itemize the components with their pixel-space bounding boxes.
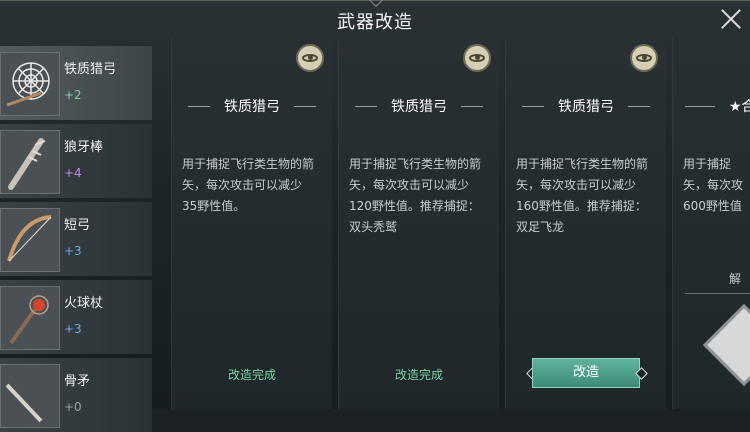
desc-line: 600野性值 [683,199,742,213]
card-title: ★合 [729,99,750,115]
desc-line: 矢，每次攻击可以减少 [349,178,470,192]
card-description: 用于捕捉飞行类生物的箭 矢，每次攻击可以减少 160野性值。推荐捕捉： 双足飞龙 [516,154,656,238]
desc-line: 160野性值。推荐捕捉： [516,199,647,213]
desc-line: 用于捕捉 [683,157,732,171]
weapon-item-short-bow[interactable]: 短弓 +3 [0,202,152,276]
unlock-label: 解 [729,272,742,286]
desc-line: 用于捕捉飞行类生物的箭 [516,157,649,171]
upgrade-card-1: 铁质猎弓 用于捕捉飞行类生物的箭 矢，每次攻击可以减少 35野性值。 改造完成 [171,38,332,409]
status-completed: 改造完成 [227,368,276,382]
emblem-icon [702,303,750,387]
desc-line: 用于捕捉飞行类生物的箭 [349,157,482,171]
weapon-item-wolf-tooth-club[interactable]: 狼牙棒 +4 [0,124,152,198]
card-description: 用于捕捉飞行类生物的箭 矢，每次攻击可以减少 35野性值。 [182,154,322,217]
wolf-tooth-club-icon [0,130,60,194]
bone-spear-icon [0,364,60,428]
divider [628,105,650,107]
weapon-name: 火球杖 [64,296,104,311]
weapon-list: 铁质猎弓 +2 狼牙棒 +4 短弓 +3 火球杖 +3 骨矛 +0 [0,46,152,432]
divider [685,293,750,294]
eye-icon[interactable] [463,44,491,72]
desc-line: 用于捕捉飞行类生物的箭 [182,157,315,171]
weapon-item-bone-spear[interactable]: 骨矛 +0 [0,358,152,432]
card-description: 用于捕捉飞行类生物的箭 矢，每次攻击可以减少 120野性值。推荐捕捉： 双头秃鹫 [349,154,489,238]
card-header: ★合 [679,96,750,116]
weapon-name: 骨矛 [64,374,91,389]
card-title: 铁质猎弓 [224,99,280,115]
header: 武器改造 [0,0,750,38]
weapon-level: +4 [64,166,82,180]
weapon-item-iron-hunting-bow[interactable]: 铁质猎弓 +2 [0,46,152,120]
divider [188,105,210,107]
weapon-name: 短弓 [64,218,91,233]
top-ornament-icon [368,0,384,8]
upgrade-card-4: ★合 用于捕捉 矢，每次攻 600野性值 解 驯养 [672,38,750,409]
page-title: 武器改造 [337,12,413,33]
close-icon[interactable] [718,6,744,32]
short-bow-icon [0,208,60,272]
weapon-level: +3 [64,244,82,258]
divider [685,105,715,107]
card-title: 铁质猎弓 [558,99,614,115]
iron-hunting-bow-icon [0,52,60,116]
divider [522,105,544,107]
card-title: 铁质猎弓 [391,99,447,115]
fireball-staff-icon [0,286,60,350]
eye-icon[interactable] [630,44,658,72]
card-header: 铁质猎弓 [516,96,656,116]
desc-line: 双足飞龙 [516,220,565,234]
desc-line: 矢，每次攻击可以减少 [182,178,303,192]
card-header: 铁质猎弓 [349,96,489,116]
divider [294,105,316,107]
weapon-name: 狼牙棒 [64,140,104,155]
card-header: 铁质猎弓 [182,96,322,116]
upgrade-card-3: 铁质猎弓 用于捕捉飞行类生物的箭 矢，每次攻击可以减少 160野性值。推荐捕捉：… [505,38,666,409]
divider [461,105,483,107]
weapon-name: 铁质猎弓 [64,62,117,77]
desc-line: 矢，每次攻 [683,178,744,192]
desc-line: 35野性值。 [182,199,246,213]
divider [355,105,377,107]
upgrade-card-2: 铁质猎弓 用于捕捉飞行类生物的箭 矢，每次攻击可以减少 120野性值。推荐捕捉：… [338,38,499,409]
weapon-item-fireball-staff[interactable]: 火球杖 +3 [0,280,152,354]
weapon-level: +2 [64,88,82,102]
desc-line: 矢，每次攻击可以减少 [516,178,637,192]
forge-button[interactable]: 改造 [532,358,640,388]
card-description: 用于捕捉 矢，每次攻 600野性值 [683,154,750,217]
status-completed: 改造完成 [394,368,443,382]
desc-line: 120野性值。推荐捕捉： [349,199,480,213]
weapon-level: +3 [64,322,82,336]
desc-line: 双头秃鹫 [349,220,398,234]
eye-icon[interactable] [296,44,324,72]
weapon-level: +0 [64,400,82,414]
